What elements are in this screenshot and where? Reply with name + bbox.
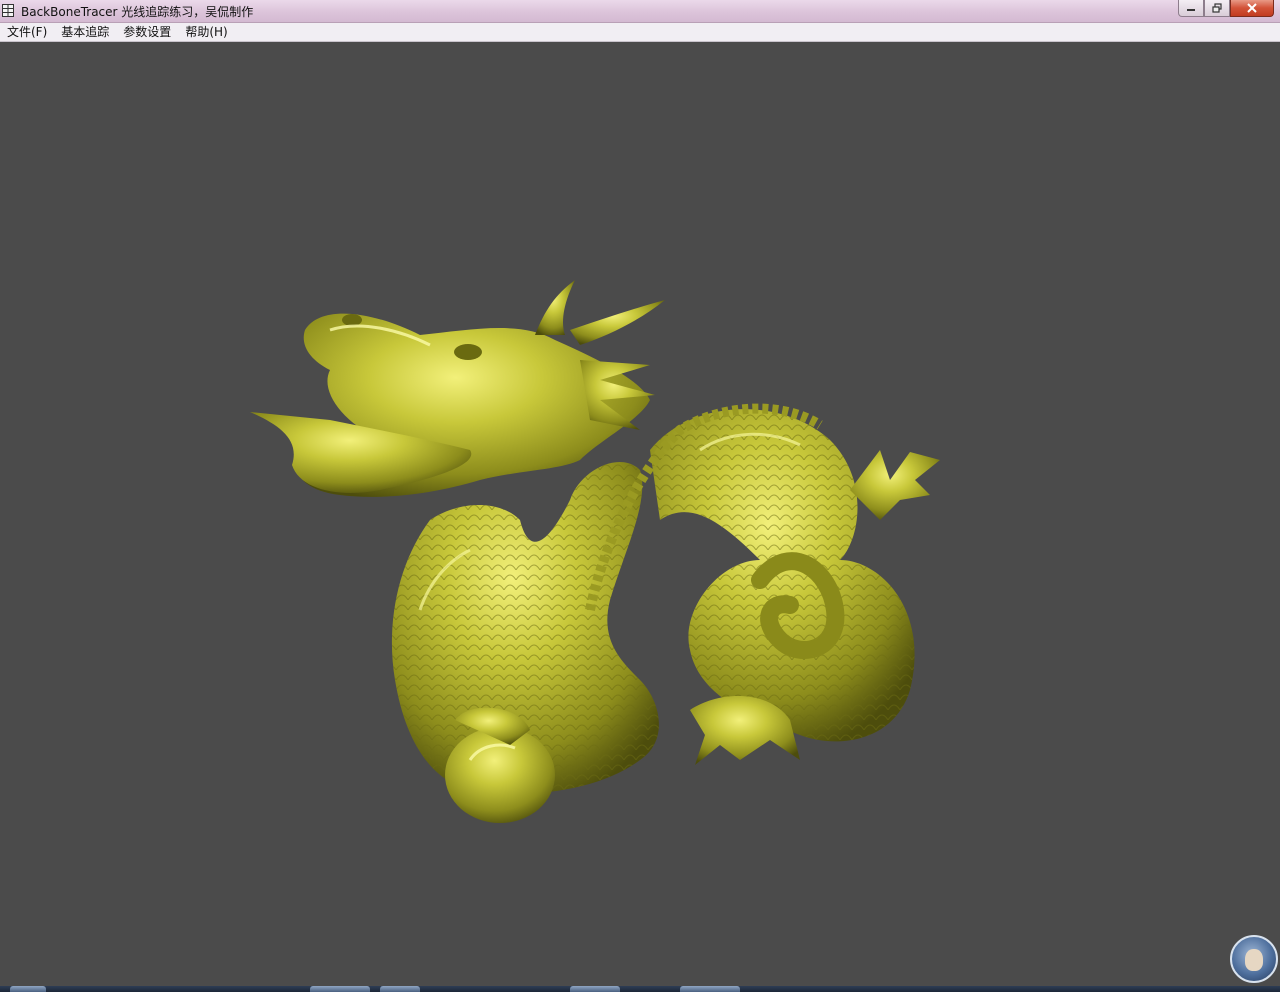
title-bar[interactable]: BackBoneTracer 光线追踪练习，吴侃制作	[0, 0, 1280, 23]
close-button[interactable]	[1230, 0, 1274, 17]
taskbar-button[interactable]	[380, 986, 420, 992]
taskbar-button[interactable]	[680, 986, 740, 992]
menu-basic-trace[interactable]: 基本追踪	[56, 23, 114, 41]
window-controls	[1178, 0, 1274, 18]
taskbar-button[interactable]	[10, 986, 46, 992]
render-viewport[interactable]	[0, 42, 1280, 986]
dragon-render	[250, 280, 940, 823]
restore-button[interactable]	[1204, 0, 1230, 17]
menu-bar: 文件(F) 基本追踪 参数设置 帮助(H)	[0, 23, 1280, 42]
menu-file[interactable]: 文件(F)	[2, 23, 52, 41]
menu-help[interactable]: 帮助(H)	[180, 23, 232, 41]
taskbar	[0, 986, 1280, 992]
menu-param-settings[interactable]: 参数设置	[118, 23, 176, 41]
user-avatar-icon[interactable]	[1230, 935, 1278, 983]
minimize-icon	[1187, 9, 1195, 11]
minimize-button[interactable]	[1178, 0, 1204, 17]
close-icon	[1247, 3, 1257, 13]
taskbar-button[interactable]	[570, 986, 620, 992]
window-title: BackBoneTracer 光线追踪练习，吴侃制作	[21, 5, 254, 19]
taskbar-button[interactable]	[310, 986, 370, 992]
app-grid-icon	[2, 4, 14, 17]
restore-icon	[1212, 3, 1222, 13]
